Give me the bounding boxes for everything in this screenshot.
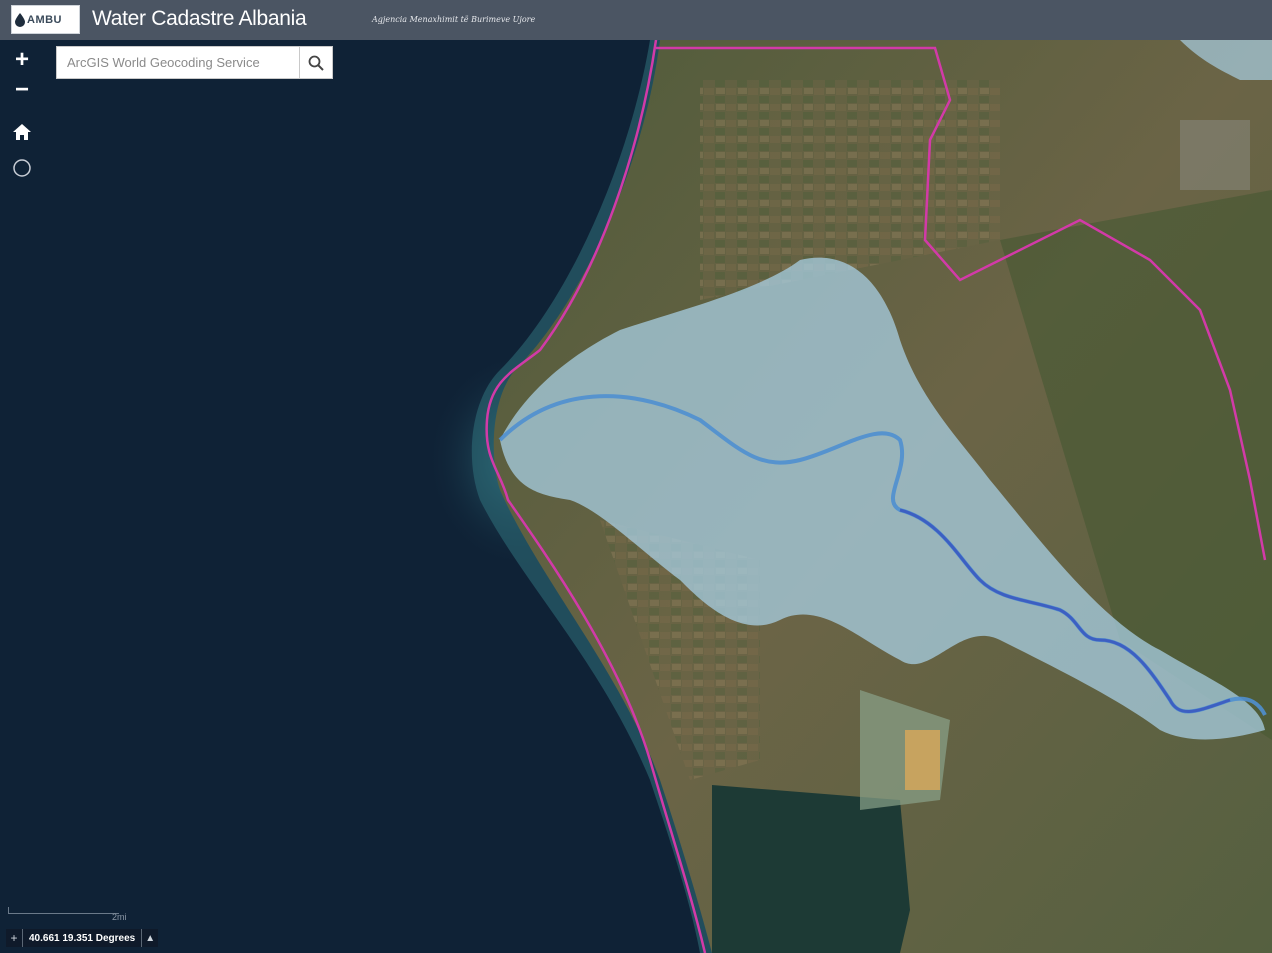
app-title: Water Cadastre Albania (92, 7, 307, 30)
locate-button[interactable] (8, 154, 36, 182)
search-widget (56, 46, 333, 79)
scale-bar (8, 907, 119, 914)
water-drop-icon (15, 12, 25, 27)
scale-label: 2mi (112, 912, 127, 922)
locate-icon (13, 159, 31, 177)
zoom-out-button[interactable]: − (8, 76, 36, 104)
home-button[interactable] (8, 118, 36, 146)
ambu-logo[interactable]: AMBU (11, 5, 80, 34)
chevron-up-icon[interactable]: ▲ (141, 929, 158, 947)
coordinate-readout: 40.661 19.351 Degrees (29, 932, 136, 944)
zoom-in-button[interactable]: + (8, 46, 36, 74)
app-subtitle: Agjencia Menaxhimit të Burimeve Ujore (372, 15, 536, 24)
coordinate-widget: + 40.661 19.351 Degrees ▲ (6, 929, 159, 947)
lagoon (712, 785, 910, 953)
search-button[interactable] (299, 46, 333, 79)
salt-pans-orange (905, 730, 940, 790)
city-area (1180, 120, 1250, 190)
map-view[interactable] (0, 40, 1272, 953)
search-icon (308, 55, 324, 71)
crosshair-icon[interactable]: + (6, 929, 23, 947)
home-icon (13, 124, 31, 140)
app-header: AMBU Water Cadastre Albania Agjencia Men… (0, 0, 1272, 40)
search-input[interactable] (56, 46, 299, 79)
logo-text: AMBU (27, 13, 62, 26)
